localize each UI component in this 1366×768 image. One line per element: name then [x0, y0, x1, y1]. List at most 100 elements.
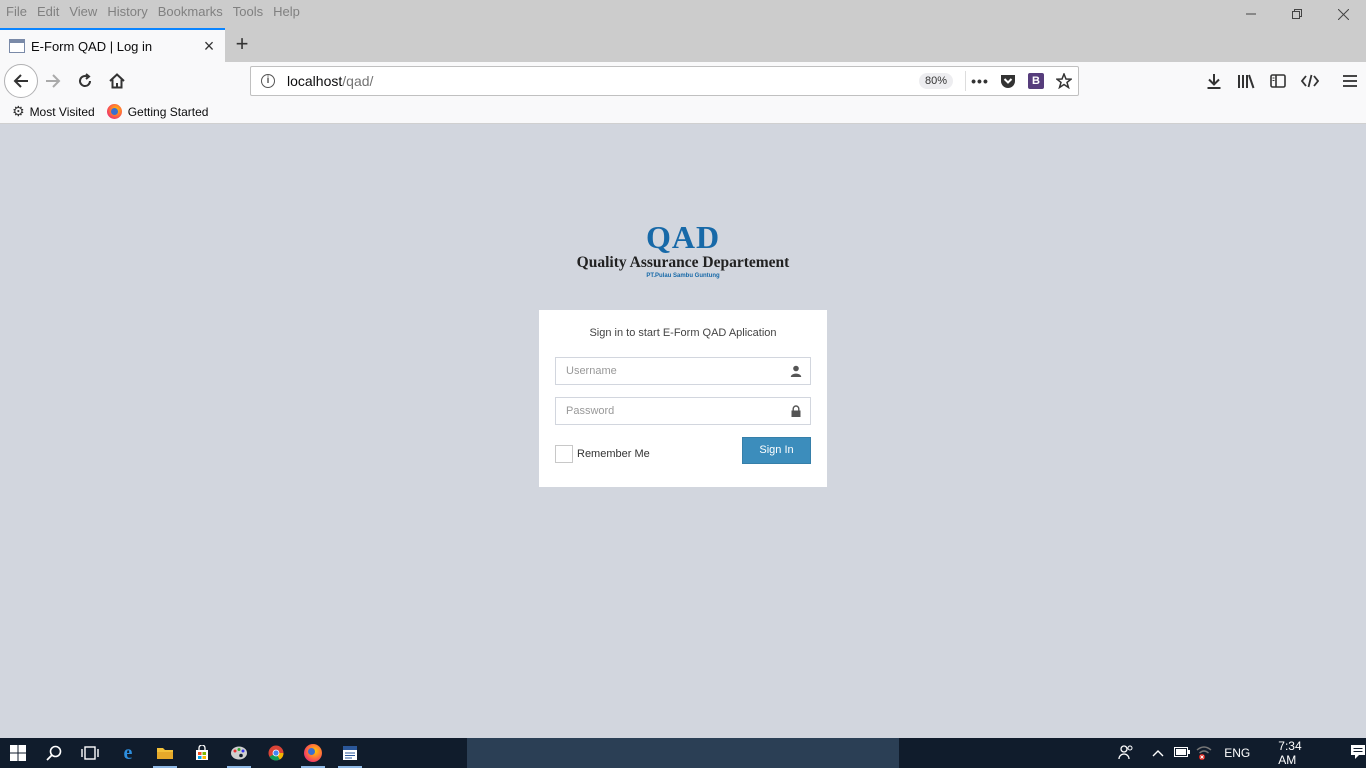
site-info-icon[interactable]: i [261, 74, 275, 88]
back-button[interactable] [4, 64, 38, 98]
remember-me-label[interactable]: Remember Me [577, 448, 650, 460]
minimize-icon [1246, 13, 1256, 15]
hamburger-menu-icon [1343, 75, 1357, 87]
downloads-button[interactable] [1198, 66, 1230, 96]
word-document-icon [343, 746, 357, 760]
reload-icon [79, 73, 92, 87]
password-input[interactable] [556, 398, 776, 424]
page-favicon-icon [9, 39, 25, 53]
task-view-button[interactable] [72, 738, 108, 768]
reload-button[interactable] [70, 66, 100, 96]
menu-file[interactable]: File [6, 4, 27, 19]
windows-logo-icon [10, 745, 26, 761]
tab-close-button[interactable]: × [199, 36, 219, 57]
action-center-button[interactable] [1350, 744, 1366, 763]
taskbar-file-explorer[interactable] [147, 738, 183, 768]
input-language[interactable]: ENG [1224, 746, 1250, 760]
library-button[interactable] [1230, 66, 1262, 96]
bookmark-most-visited-label: Most Visited [29, 104, 95, 119]
bootstrap-icon: B [1028, 73, 1044, 89]
arrow-right-icon [46, 74, 61, 88]
menu-edit[interactable]: Edit [37, 4, 59, 19]
network-button[interactable] [1192, 744, 1216, 763]
toolbar-right [1198, 66, 1366, 96]
logo-department-text: Quality Assurance Departement [576, 254, 790, 271]
forward-button[interactable] [38, 66, 68, 96]
sidebar-button[interactable] [1262, 66, 1294, 96]
login-box: Sign in to start E-Form QAD Aplication R… [539, 310, 827, 487]
menu-view[interactable]: View [69, 4, 97, 19]
logo-qad-text: QAD [645, 219, 721, 255]
taskbar-preview-area [467, 738, 899, 768]
new-tab-button[interactable]: + [230, 32, 254, 58]
home-icon [109, 73, 125, 89]
menu-help[interactable]: Help [273, 4, 300, 19]
taskbar-paint[interactable] [221, 738, 257, 768]
tab-title: E-Form QAD | Log in [31, 38, 153, 54]
taskbar-chrome[interactable] [258, 738, 294, 768]
library-icon [1238, 74, 1255, 89]
ellipsis-icon: ••• [971, 73, 989, 89]
people-button[interactable] [1115, 744, 1137, 763]
restore-icon [1292, 9, 1302, 19]
lock-icon [791, 405, 801, 417]
close-icon [1337, 8, 1349, 20]
pocket-button[interactable] [994, 69, 1022, 93]
open-menu-button[interactable] [1334, 66, 1366, 96]
folder-icon [157, 748, 173, 759]
sidebar-icon [1270, 74, 1286, 88]
task-view-icon [81, 746, 99, 760]
taskbar-store[interactable] [184, 738, 220, 768]
menu-bar: File Edit View History Bookmarks Tools H… [0, 0, 1366, 22]
bookmark-getting-started[interactable]: Getting Started [106, 104, 208, 119]
menu-tools[interactable]: Tools [233, 4, 263, 19]
search-button[interactable] [36, 738, 72, 768]
bookmark-most-visited[interactable]: ⚙ Most Visited [12, 103, 95, 120]
remember-me-group: Remember Me [555, 445, 650, 463]
tab-strip: E-Form QAD | Log in × + [0, 22, 1366, 62]
battery-button[interactable] [1171, 746, 1193, 760]
password-field-group [555, 397, 811, 425]
gear-icon: ⚙ [12, 103, 25, 119]
arrow-left-icon [13, 74, 28, 88]
url-bar[interactable]: i localhost/qad/ 80% ••• B [250, 66, 1079, 96]
user-icon [790, 365, 802, 377]
start-button[interactable] [0, 738, 36, 768]
username-field-group [555, 357, 811, 385]
sign-in-button[interactable]: Sign In [742, 437, 811, 464]
bootstrap-extension-button[interactable]: B [1022, 69, 1050, 93]
remember-me-checkbox[interactable] [555, 445, 573, 463]
developer-tools-button[interactable] [1294, 66, 1326, 96]
taskbar-firefox[interactable] [295, 738, 331, 768]
page-actions-button[interactable]: ••• [966, 69, 994, 93]
home-button[interactable] [102, 66, 132, 96]
taskbar-word[interactable] [332, 738, 368, 768]
url-text[interactable]: localhost/qad/ [287, 73, 919, 89]
network-disconnected-icon [1196, 745, 1212, 760]
zoom-level-badge[interactable]: 80% [918, 73, 953, 89]
taskbar-clock[interactable]: 7:34 AM [1278, 739, 1322, 767]
taskbar-edge[interactable]: e [110, 738, 146, 768]
firefox-logo-icon [106, 104, 122, 119]
store-icon [196, 745, 208, 760]
tab-eform-login[interactable]: E-Form QAD | Log in × [0, 28, 225, 62]
search-icon [46, 745, 62, 761]
username-input[interactable] [556, 358, 776, 384]
download-icon [1207, 74, 1221, 89]
paint-palette-icon [231, 746, 247, 760]
show-hidden-icons-button[interactable] [1145, 746, 1171, 760]
chrome-icon [268, 745, 284, 761]
notification-icon [1350, 744, 1365, 759]
battery-icon [1173, 747, 1190, 757]
windows-taskbar: e ENG 7:34 AM [0, 738, 1366, 768]
navigation-bar: i localhost/qad/ 80% ••• B [0, 62, 1366, 100]
qad-logo: QAD Quality Assurance Departement PT.Pul… [565, 220, 801, 285]
firefox-icon [304, 744, 322, 762]
menu-bookmarks[interactable]: Bookmarks [158, 4, 223, 19]
edge-icon: e [123, 741, 133, 764]
logo-company-text: PT.Pulau Sambu Guntung [646, 273, 720, 279]
bookmark-star-button[interactable] [1050, 69, 1078, 93]
url-host: localhost [287, 73, 343, 89]
menu-history[interactable]: History [107, 4, 147, 19]
system-tray: ENG 7:34 AM [1115, 738, 1366, 768]
